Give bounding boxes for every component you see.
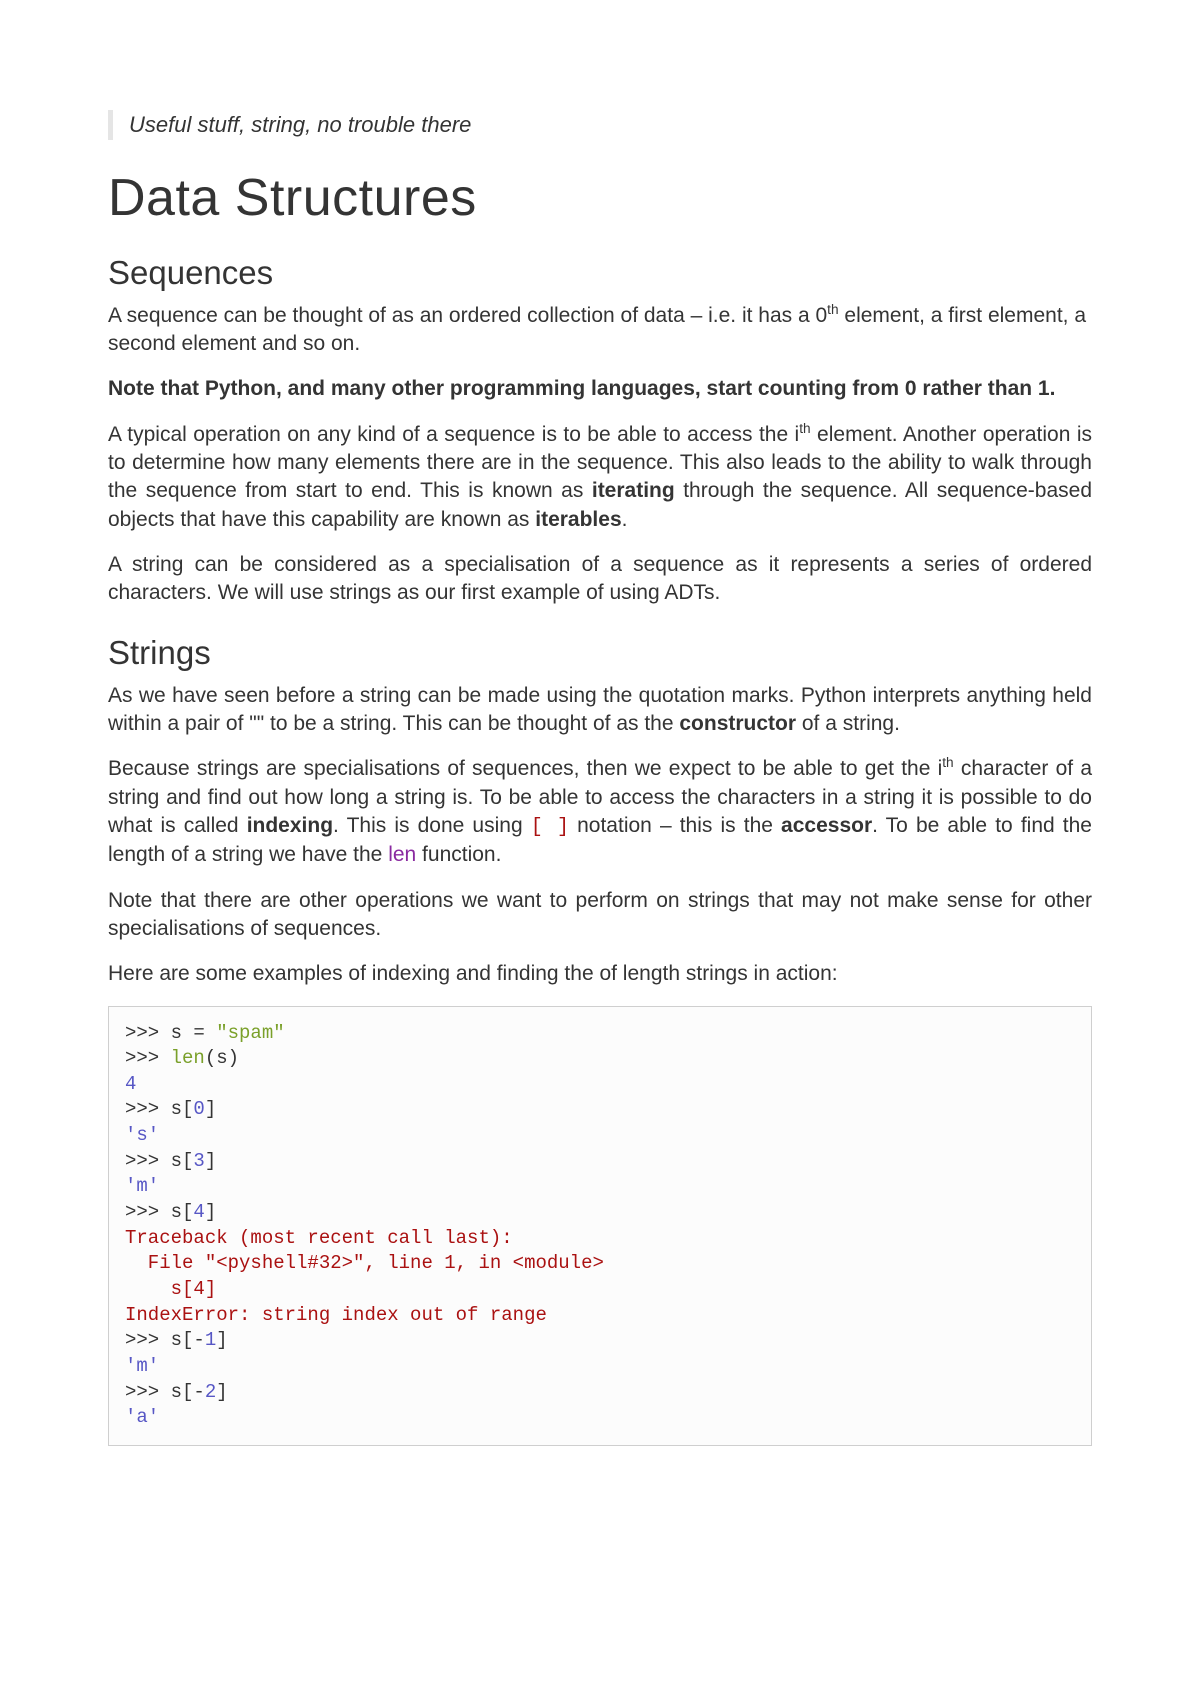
section-strings-heading: Strings (108, 634, 1092, 672)
superscript-th: th (799, 421, 810, 436)
quote-text: Useful stuff, string, no trouble there (129, 110, 1092, 140)
sequences-note: Note that Python, and many other program… (108, 375, 1092, 403)
code-example: >>> s = "spam" >>> len(s) 4 >>> s[0] 's'… (108, 1006, 1092, 1446)
strings-paragraph-3: Note that there are other operations we … (108, 887, 1092, 944)
bracket-notation-code: [ ] (531, 816, 569, 839)
strings-paragraph-2: Because strings are specialisations of s… (108, 755, 1092, 869)
document-page: Useful stuff, string, no trouble there D… (0, 0, 1200, 1697)
superscript-th: th (827, 302, 838, 317)
intro-quote: Useful stuff, string, no trouble there (108, 110, 1092, 140)
page-title: Data Structures (108, 168, 1092, 228)
sequences-paragraph-1: A sequence can be thought of as an order… (108, 302, 1092, 359)
strings-paragraph-4: Here are some examples of indexing and f… (108, 960, 1092, 988)
section-sequences-heading: Sequences (108, 254, 1092, 292)
superscript-th: th (942, 755, 953, 770)
strings-paragraph-1: As we have seen before a string can be m… (108, 682, 1092, 739)
index-error-line: IndexError: string index out of range (125, 1304, 547, 1326)
sequences-paragraph-3: A string can be considered as a speciali… (108, 551, 1092, 608)
traceback-line: Traceback (most recent call last): (125, 1227, 513, 1249)
len-function-link[interactable]: len (388, 843, 416, 866)
sequences-paragraph-2: A typical operation on any kind of a seq… (108, 421, 1092, 534)
